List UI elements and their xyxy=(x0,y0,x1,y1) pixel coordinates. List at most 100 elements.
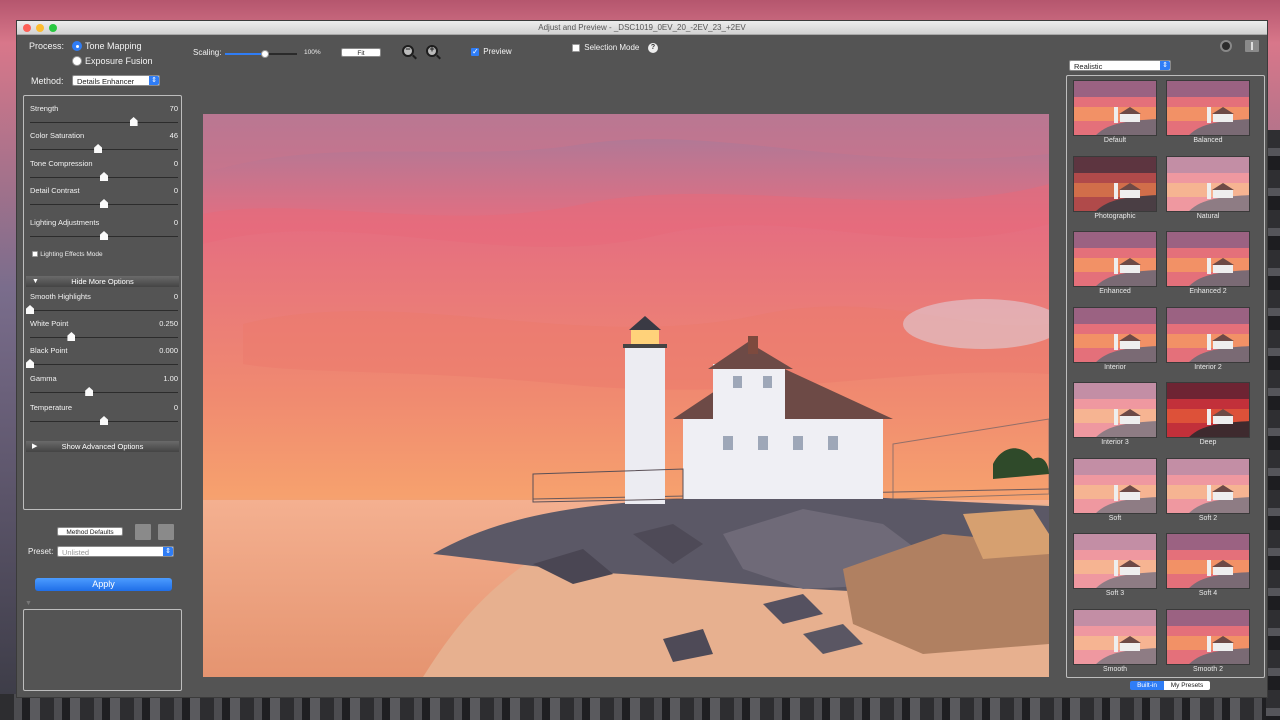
slider-black-point[interactable]: Black Point 0.000 xyxy=(26,346,178,372)
slider-knob[interactable] xyxy=(100,231,108,240)
apply-button[interactable]: Apply xyxy=(35,578,172,591)
slider-smooth-highlights[interactable]: Smooth Highlights 0 xyxy=(26,292,178,318)
scaling-value: 100% xyxy=(304,49,321,56)
preset-thumbnail-image xyxy=(1073,457,1157,514)
slider-value: 0.250 xyxy=(159,319,178,328)
fit-button[interactable]: Fit xyxy=(341,48,381,57)
slider-gamma[interactable]: Gamma 1.00 xyxy=(30,374,178,400)
slider-knob[interactable] xyxy=(94,144,103,153)
preset-thumbnail[interactable]: Balanced xyxy=(1166,80,1250,151)
slider-label: Tone Compression xyxy=(30,159,93,168)
preset-thumbnail-label: Natural xyxy=(1196,212,1220,220)
slider-label: Strength xyxy=(30,104,59,113)
tab-my-presets[interactable]: My Presets xyxy=(1164,681,1210,690)
preset-thumbnail[interactable]: Smooth 2 xyxy=(1166,608,1250,680)
radio-exposure-fusion[interactable]: Exposure Fusion xyxy=(72,56,153,68)
checkbox-icon xyxy=(32,250,38,257)
presets-category-select[interactable]: Realistic ⇕ xyxy=(1069,60,1171,71)
slider-knob[interactable] xyxy=(100,416,108,425)
preset-thumbnail[interactable]: Smooth xyxy=(1073,608,1157,680)
preset-thumbnail-image xyxy=(1166,155,1250,212)
collapse-triangle-icon[interactable]: ▼ xyxy=(25,600,32,607)
preset-thumbnail-image xyxy=(1166,457,1250,514)
chevron-updown-icon: ⇕ xyxy=(1160,61,1170,70)
preset-thumbnail[interactable]: Default xyxy=(1073,80,1157,151)
preset-thumbnail[interactable]: Soft 3 xyxy=(1073,533,1157,604)
slider-label: Gamma xyxy=(30,374,57,383)
preset-thumbnail[interactable]: Enhanced 2 xyxy=(1166,231,1250,302)
help-icon[interactable]: ? xyxy=(648,43,658,53)
preview-checkbox[interactable]: Preview xyxy=(471,47,512,56)
preset-thumbnail-image xyxy=(1073,231,1157,287)
refresh-icon[interactable] xyxy=(1220,40,1232,52)
radio-label: Tone Mapping xyxy=(85,41,142,51)
method-select[interactable]: Details Enhancer ⇕ xyxy=(72,75,160,86)
preset-thumbnail[interactable]: Soft xyxy=(1073,457,1157,529)
slider-knob[interactable] xyxy=(129,117,138,126)
preset-thumbnail[interactable]: Interior xyxy=(1073,306,1157,378)
slider-color-saturation[interactable]: Color Saturation 46 xyxy=(30,131,178,157)
radio-button-icon xyxy=(72,41,82,51)
zoom-in-icon[interactable]: + xyxy=(426,44,438,57)
preset-select[interactable]: Unlisted ⇕ xyxy=(57,546,174,557)
slider-temperature[interactable]: Temperature 0 xyxy=(30,403,178,429)
scaling-slider-knob[interactable] xyxy=(260,50,269,58)
delete-preset-button[interactable] xyxy=(158,524,174,540)
preset-thumbnail-label: Soft 3 xyxy=(1105,590,1125,597)
preview-image[interactable] xyxy=(203,114,1049,677)
save-preset-button[interactable] xyxy=(135,524,151,540)
selection-mode-checkbox[interactable]: Selection Mode xyxy=(572,43,639,52)
preset-thumbnail[interactable]: Soft 2 xyxy=(1166,457,1250,529)
method-label: Method: xyxy=(31,76,64,86)
section-label: Show Advanced Options xyxy=(61,442,144,451)
slider-value: 70 xyxy=(169,104,178,113)
adjustments-panel: Strength 70 Color Saturation 46 Tone Com… xyxy=(23,95,182,510)
hide-more-options-bar[interactable]: ▼ Hide More Options xyxy=(26,276,179,287)
preset-thumbnail-label: Smooth 2 xyxy=(1193,665,1223,673)
slider-label: Color Saturation xyxy=(30,131,85,140)
preset-thumbnail[interactable]: Deep xyxy=(1166,382,1250,453)
preset-thumbnail-label: Interior 3 xyxy=(1101,439,1129,446)
presets-category-value: Realistic xyxy=(1074,62,1103,71)
preset-label: Preset: xyxy=(28,547,54,556)
lighting-effects-checkbox[interactable]: Lighting Effects Mode xyxy=(32,249,103,258)
slider-knob[interactable] xyxy=(26,359,34,368)
show-advanced-options-bar[interactable]: ▶ Show Advanced Options xyxy=(26,441,179,452)
slider-knob[interactable] xyxy=(100,172,108,181)
lighting-effects-label: Lighting Effects Mode xyxy=(40,251,103,258)
slider-knob[interactable] xyxy=(100,199,108,208)
selection-mode-label: Selection Mode xyxy=(584,43,640,52)
scaling-slider[interactable] xyxy=(225,50,297,58)
preset-thumbnail-label: Smooth xyxy=(1102,665,1128,673)
preset-thumbnail-image xyxy=(1166,80,1250,136)
preset-thumbnail[interactable]: Enhanced xyxy=(1073,231,1157,302)
preset-thumbnail-image xyxy=(1073,533,1157,589)
slider-tone-compression[interactable]: Tone Compression 0 xyxy=(30,159,178,185)
chevron-updown-icon: ⇕ xyxy=(163,547,173,556)
slider-detail-contrast[interactable]: Detail Contrast 0 xyxy=(30,186,178,212)
title-bar: Adjust and Preview - _DSC1019_0EV_20_-2E… xyxy=(17,21,1267,35)
slider-strength[interactable]: Strength 70 xyxy=(30,104,178,130)
method-defaults-button[interactable]: Method Defaults xyxy=(57,527,123,536)
radio-tone-mapping[interactable]: Tone Mapping xyxy=(72,41,142,53)
preset-thumbnail[interactable]: Interior 2 xyxy=(1166,306,1250,378)
preset-thumbnail-label: Enhanced xyxy=(1099,288,1131,295)
preset-thumbnail-image xyxy=(1166,306,1250,363)
slider-knob[interactable] xyxy=(85,387,94,396)
preset-thumbnail[interactable]: Interior 3 xyxy=(1073,382,1157,453)
preset-thumbnail-label: Soft 4 xyxy=(1198,590,1218,597)
preset-thumbnails-panel: Default Balanced Photographic Natural Enhanc… xyxy=(1066,75,1265,678)
slider-lighting-adjustments[interactable]: Lighting Adjustments 0 xyxy=(30,218,178,244)
preset-thumbnail[interactable]: Photographic xyxy=(1073,155,1157,227)
tab-built-in[interactable]: Built-in xyxy=(1130,681,1164,690)
preset-thumbnail[interactable]: Soft 4 xyxy=(1166,533,1250,604)
slider-label: Temperature xyxy=(30,403,73,412)
panel-toggle-icon[interactable] xyxy=(1245,40,1259,52)
slider-white-point[interactable]: White Point 0.250 xyxy=(30,319,178,345)
preset-thumbnail-image xyxy=(1166,608,1250,665)
preset-thumbnail[interactable]: Natural xyxy=(1166,155,1250,227)
slider-knob[interactable] xyxy=(67,332,76,341)
zoom-out-icon[interactable]: − xyxy=(402,44,414,57)
slider-knob[interactable] xyxy=(26,305,34,314)
preset-thumbnail-label: Photographic xyxy=(1094,212,1136,220)
